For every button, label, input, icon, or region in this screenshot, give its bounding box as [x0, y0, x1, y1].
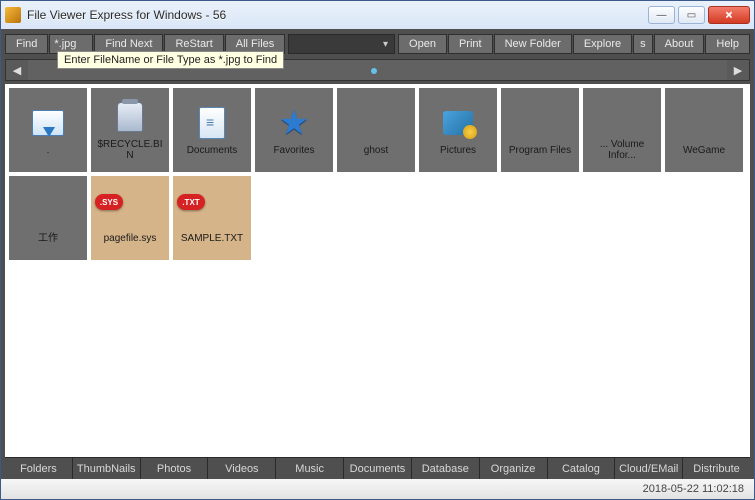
print-button[interactable]: Print	[448, 34, 493, 54]
bottom-tab-folders[interactable]: Folders	[5, 458, 73, 479]
bottom-tab-cloudemail[interactable]: Cloud/EMail	[615, 458, 683, 479]
bottom-tab-thumbnails[interactable]: ThumbNails	[73, 458, 141, 479]
thumbnail-grid: . $RECYCLE.BIN Documents ★ Favorites ghost Pic…	[9, 88, 746, 260]
status-bar: 2018-05-22 11:02:18	[1, 479, 754, 499]
bottom-tab-photos[interactable]: Photos	[141, 458, 209, 479]
bottom-tab-documents[interactable]: Documents	[344, 458, 412, 479]
bottom-tab-music[interactable]: Music	[276, 458, 344, 479]
window-title: File Viewer Express for Windows - 56	[27, 8, 648, 22]
item-label: ... Volume Infor...	[586, 139, 658, 161]
folder-item[interactable]: WeGame	[665, 88, 743, 172]
window-controls: ― ▭ ✕	[648, 6, 750, 24]
new-folder-button[interactable]: New Folder	[494, 34, 572, 54]
titlebar[interactable]: File Viewer Express for Windows - 56 ― ▭…	[1, 1, 754, 29]
folder-item[interactable]: Program Files	[501, 88, 579, 172]
item-label: SAMPLE.TXT	[181, 233, 243, 244]
folder-item[interactable]: 工作	[9, 176, 87, 260]
parent-folder-icon	[32, 110, 64, 136]
bottom-tab-organize[interactable]: Organize	[480, 458, 548, 479]
item-icon	[30, 105, 66, 141]
about-button[interactable]: About	[654, 34, 705, 54]
help-button[interactable]: Help	[705, 34, 750, 54]
file-type-badge: .SYS	[95, 194, 123, 210]
find-button[interactable]: Find	[5, 34, 48, 54]
minimize-button[interactable]: ―	[648, 6, 675, 24]
file-item[interactable]: .TXT SAMPLE.TXT	[173, 176, 251, 260]
folder-item[interactable]: ★ Favorites	[255, 88, 333, 172]
chevron-down-icon: ▾	[383, 39, 388, 50]
folder-item[interactable]: Pictures	[419, 88, 497, 172]
folder-item[interactable]: ghost	[337, 88, 415, 172]
s-button[interactable]: s	[633, 34, 653, 54]
explore-button[interactable]: Explore	[573, 34, 632, 54]
folder-item[interactable]: .	[9, 88, 87, 172]
recycle-bin-icon	[117, 102, 143, 132]
content-panel: . $RECYCLE.BIN Documents ★ Favorites ghost Pic…	[5, 84, 750, 457]
star-icon: ★	[279, 103, 309, 143]
maximize-button[interactable]: ▭	[678, 6, 705, 24]
app-icon	[5, 7, 21, 23]
open-button[interactable]: Open	[398, 34, 447, 54]
item-label: Pictures	[440, 145, 476, 156]
item-icon	[440, 105, 476, 141]
item-icon	[686, 105, 722, 141]
find-tooltip: Enter FileName or File Type as *.jpg to …	[57, 51, 284, 69]
item-label: ghost	[364, 145, 388, 156]
scroll-indicator	[371, 68, 377, 74]
item-label: Favorites	[273, 145, 314, 156]
folder-item[interactable]: ... Volume Infor...	[583, 88, 661, 172]
status-datetime: 2018-05-22 11:02:18	[643, 483, 744, 495]
file-item[interactable]: .SYS pagefile.sys	[91, 176, 169, 260]
toolbar: Find Find Next ReStart All Files ▾ Open …	[5, 33, 750, 55]
path-dropdown[interactable]: ▾	[288, 34, 395, 54]
item-label: 工作	[38, 233, 58, 244]
item-label: .	[47, 145, 50, 156]
bottom-tab-bar: FoldersThumbNailsPhotosVideosMusicDocume…	[5, 457, 750, 479]
item-label: Program Files	[509, 145, 571, 156]
bottom-tab-database[interactable]: Database	[412, 458, 480, 479]
scroll-right-button[interactable]: ▶	[727, 60, 749, 80]
item-label: WeGame	[683, 145, 725, 156]
bottom-tab-catalog[interactable]: Catalog	[548, 458, 616, 479]
pictures-icon	[443, 111, 473, 135]
documents-icon	[199, 107, 225, 139]
close-button[interactable]: ✕	[708, 6, 750, 24]
folder-item[interactable]: Documents	[173, 88, 251, 172]
main-chrome: Find Find Next ReStart All Files ▾ Open …	[1, 29, 754, 479]
item-icon	[358, 105, 394, 141]
item-icon	[30, 193, 66, 229]
item-label: $RECYCLE.BIN	[94, 139, 166, 161]
item-label: pagefile.sys	[104, 233, 157, 244]
scroll-left-button[interactable]: ◀	[6, 60, 28, 80]
item-label: Documents	[187, 145, 238, 156]
item-icon: ★	[276, 105, 312, 141]
item-icon	[194, 105, 230, 141]
item-icon	[604, 99, 640, 135]
item-icon	[112, 99, 148, 135]
file-type-badge: .TXT	[177, 194, 205, 210]
bottom-tab-videos[interactable]: Videos	[208, 458, 276, 479]
bottom-tab-distribute[interactable]: Distribute	[683, 458, 750, 479]
item-icon	[522, 105, 558, 141]
app-window: File Viewer Express for Windows - 56 ― ▭…	[0, 0, 755, 500]
folder-item[interactable]: $RECYCLE.BIN	[91, 88, 169, 172]
